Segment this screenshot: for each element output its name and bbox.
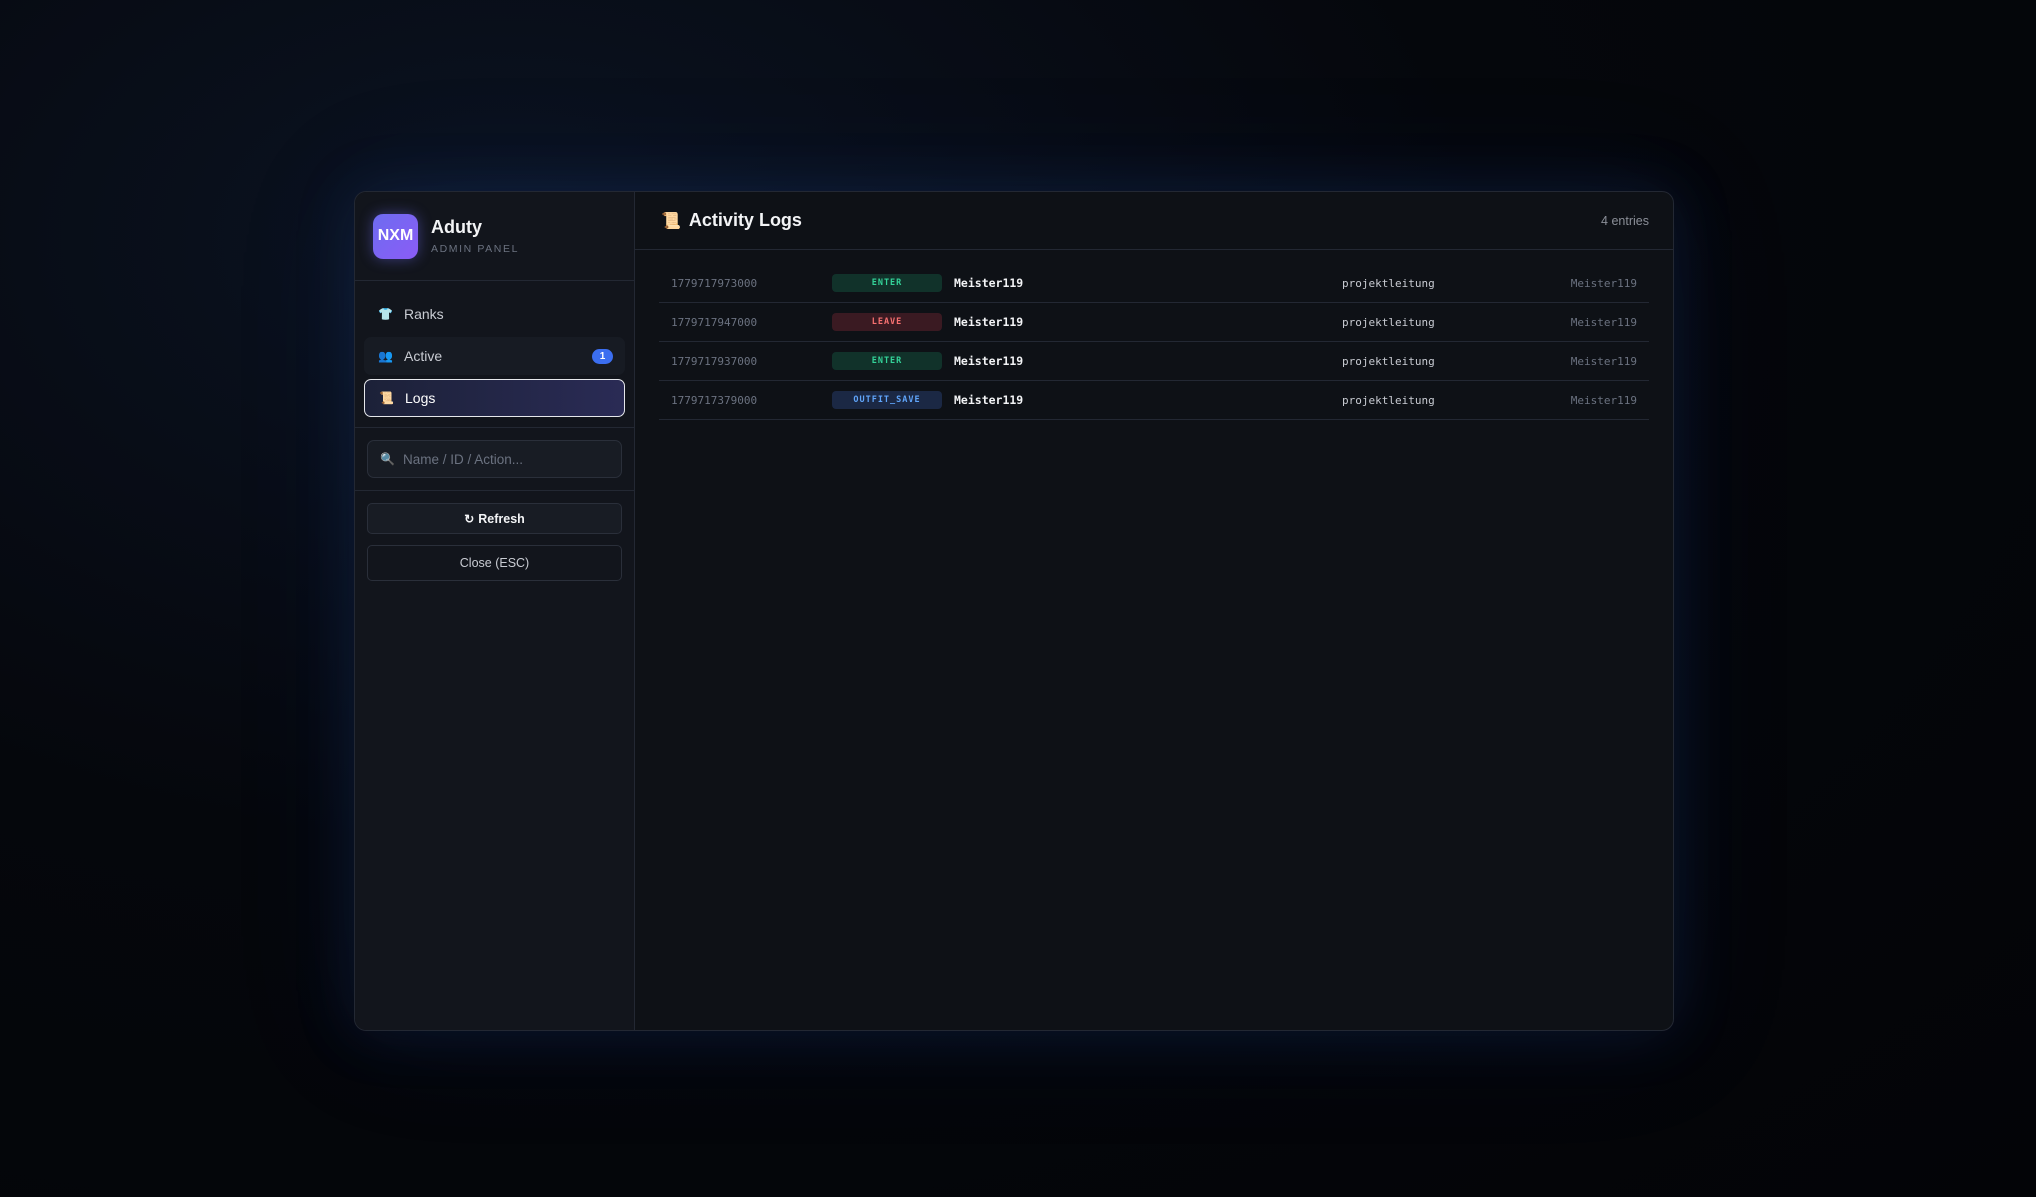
log-actor: Meister119 (1570, 354, 1637, 368)
search-icon: 🔍 (380, 452, 395, 466)
action-badge: ENTER (832, 352, 942, 370)
log-list: 1779717973000 ENTER Meister119 projektle… (635, 250, 1673, 420)
log-timestamp: 1779717973000 (671, 276, 758, 290)
action-badge: ENTER (832, 274, 942, 292)
sidebar-item-ranks[interactable]: 👕 Ranks (364, 295, 625, 333)
sidebar-item-logs[interactable]: 📜 Logs (364, 379, 625, 417)
action-badge: LEAVE (832, 313, 942, 331)
sidebar-actions: ↻ Refresh Close (ESC) (355, 491, 634, 604)
log-actor: Meister119 (1570, 315, 1637, 329)
admin-panel-window: NXM Aduty ADMIN PANEL 👕 Ranks 👥 Active 1… (354, 191, 1674, 1031)
sidebar-item-label: Active (404, 348, 443, 364)
log-name: Meister119 (954, 393, 1024, 407)
sidebar: NXM Aduty ADMIN PANEL 👕 Ranks 👥 Active 1… (355, 192, 635, 1030)
log-timestamp: 1779717947000 (671, 315, 758, 329)
sidebar-item-label: Logs (405, 390, 436, 406)
sidebar-item-label: Ranks (404, 306, 444, 322)
log-name: Meister119 (954, 354, 1024, 368)
close-button[interactable]: Close (ESC) (367, 545, 622, 581)
search-section: 🔍 (355, 428, 634, 491)
search-input[interactable] (402, 451, 609, 467)
table-row[interactable]: 1779717973000 ENTER Meister119 projektle… (659, 264, 1649, 303)
brand-subtitle: ADMIN PANEL (431, 243, 520, 255)
table-row[interactable]: 1779717379000 OUTFIT_SAVE Meister119 pro… (659, 381, 1649, 420)
log-rank: projektleitung (1342, 354, 1435, 368)
scroll-icon: 📜 (661, 212, 681, 230)
table-row[interactable]: 1779717947000 LEAVE Meister119 projektle… (659, 303, 1649, 342)
log-name: Meister119 (954, 276, 1024, 290)
scroll-icon: 📜 (379, 391, 394, 405)
brand-header: NXM Aduty ADMIN PANEL (355, 192, 634, 281)
sidebar-item-active[interactable]: 👥 Active 1 (364, 337, 625, 375)
page-title-text: Activity Logs (688, 210, 802, 230)
refresh-button[interactable]: ↻ Refresh (367, 503, 622, 534)
main-header: 📜 Activity Logs 4 entries (635, 192, 1673, 250)
shirt-icon: 👕 (378, 307, 393, 321)
log-name: Meister119 (954, 315, 1024, 329)
refresh-icon: ↻ (464, 511, 475, 526)
log-actor: Meister119 (1570, 276, 1637, 290)
active-count-badge: 1 (592, 348, 613, 364)
log-rank: projektleitung (1342, 276, 1435, 290)
sidebar-nav: 👕 Ranks 👥 Active 1 📜 Logs (355, 281, 634, 428)
page-title: 📜 Activity Logs (661, 210, 802, 231)
entries-count: 4 entries (1601, 213, 1649, 228)
brand-logo: NXM (373, 213, 418, 259)
brand-title: Aduty (431, 217, 482, 237)
log-rank: projektleitung (1342, 315, 1435, 329)
refresh-label: Refresh (478, 511, 525, 526)
main-content: 📜 Activity Logs 4 entries 1779717973000 … (635, 192, 1673, 1030)
people-icon: 👥 (378, 349, 393, 363)
log-timestamp: 1779717379000 (671, 393, 758, 407)
log-actor: Meister119 (1570, 393, 1637, 407)
search-box: 🔍 (367, 440, 622, 478)
action-badge: OUTFIT_SAVE (832, 391, 942, 409)
log-timestamp: 1779717937000 (671, 354, 758, 368)
table-row[interactable]: 1779717937000 ENTER Meister119 projektle… (659, 342, 1649, 381)
log-rank: projektleitung (1342, 393, 1435, 407)
